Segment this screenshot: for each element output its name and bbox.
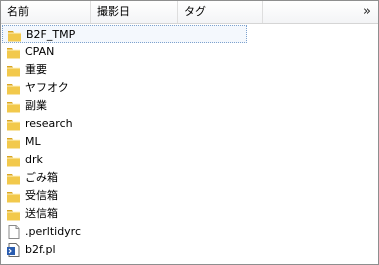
file-name: CPAN [25, 45, 55, 58]
file-name: ヤフオク [25, 81, 69, 94]
file-name: ML [25, 135, 41, 148]
document-icon [6, 224, 22, 240]
folder-item[interactable]: 受信箱 [2, 187, 247, 205]
folder-icon [6, 170, 22, 186]
folder-item[interactable]: 副業 [2, 97, 247, 115]
folder-icon [6, 44, 22, 60]
file-item[interactable]: .perltidyrc [2, 223, 247, 241]
file-name: B2F_TMP [26, 28, 76, 41]
file-list-window: 名前 撮影日 タグ » B2F_TMP CPAN 重要ヤフオク副業 research M… [0, 0, 379, 265]
file-name: ごみ箱 [25, 171, 58, 184]
folder-item[interactable]: CPAN [2, 43, 247, 61]
folder-item[interactable]: 重要 [2, 61, 247, 79]
folder-icon [6, 134, 22, 150]
folder-icon [6, 152, 22, 168]
column-header-date-taken[interactable]: 撮影日 [91, 1, 178, 23]
file-name: drk [25, 153, 43, 166]
file-name: 送信箱 [25, 207, 58, 220]
file-name: .perltidyrc [25, 225, 82, 238]
folder-icon [6, 206, 22, 222]
folder-icon [6, 98, 22, 114]
folder-icon [6, 80, 22, 96]
column-header-name[interactable]: 名前 [1, 1, 91, 23]
file-name: b2f.pl [25, 243, 56, 256]
script-file-icon [6, 242, 22, 258]
more-columns-chevron-icon[interactable]: » [356, 1, 378, 23]
file-name: research [25, 117, 73, 130]
folder-icon [6, 62, 22, 78]
folder-item[interactable]: 送信箱 [2, 205, 247, 223]
folder-icon [7, 27, 23, 43]
folder-icon [6, 116, 22, 132]
folder-item[interactable]: ヤフオク [2, 79, 247, 97]
folder-item[interactable]: ML [2, 133, 247, 151]
column-header-tags[interactable]: タグ [178, 1, 263, 23]
folder-item[interactable]: ごみ箱 [2, 169, 247, 187]
folder-icon [6, 188, 22, 204]
file-item[interactable]: b2f.pl [2, 241, 247, 259]
file-name: 副業 [25, 99, 47, 112]
folder-item[interactable]: research [2, 115, 247, 133]
file-name: 重要 [25, 63, 47, 76]
column-header: 名前 撮影日 タグ » [1, 1, 378, 24]
folder-item[interactable]: B2F_TMP [2, 25, 247, 43]
file-name: 受信箱 [25, 189, 58, 202]
folder-item[interactable]: drk [2, 151, 247, 169]
